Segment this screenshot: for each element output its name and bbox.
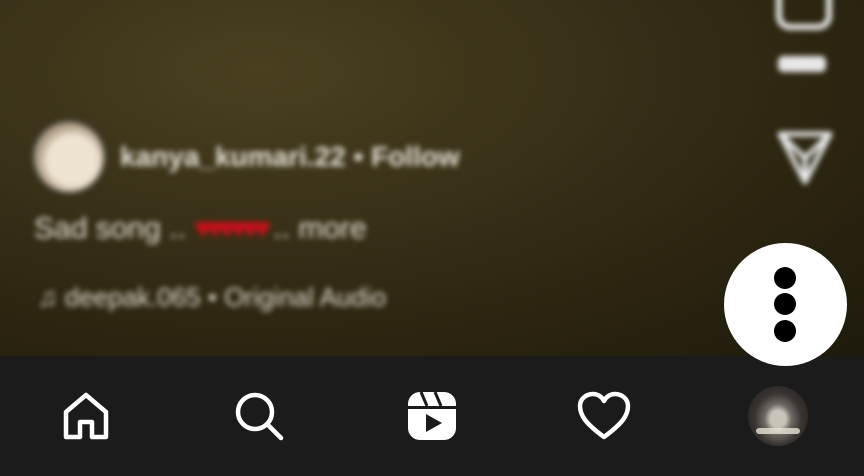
heart-icon (577, 391, 631, 440)
caption-more[interactable]: .. more (273, 212, 366, 245)
audio-row[interactable]: ♫ deepak.065 • Original Audio (38, 282, 386, 313)
bottom-nav (0, 356, 864, 476)
audio-label: deepak.065 • Original Audio (64, 282, 387, 312)
author-row: kanya_kumari.22 • Follow (34, 122, 460, 192)
nav-search[interactable] (209, 356, 309, 476)
author-line: kanya_kumari.22 • Follow (120, 141, 460, 173)
comment-icon[interactable] (776, 0, 832, 30)
author-separator: • (353, 141, 364, 172)
author-avatar[interactable] (34, 122, 104, 192)
reels-icon (408, 391, 456, 440)
author-username[interactable]: kanya_kumari.22 (120, 141, 346, 172)
send-icon[interactable] (776, 128, 834, 191)
nav-profile[interactable] (728, 356, 828, 476)
caption[interactable]: Sad song .. ♥♥♥♥♥♥ .. more (34, 212, 367, 246)
nav-home[interactable] (36, 356, 136, 476)
nav-activity[interactable] (554, 356, 654, 476)
caption-text: Sad song .. (34, 212, 186, 245)
home-icon (63, 392, 109, 440)
comment-count (778, 56, 826, 72)
caption-hearts: ♥♥♥♥♥♥ (194, 212, 271, 245)
follow-button[interactable]: Follow (371, 141, 460, 172)
nav-reels[interactable] (382, 356, 482, 476)
search-icon (235, 392, 284, 441)
more-options-button[interactable] (724, 243, 847, 366)
profile-avatar (748, 386, 808, 446)
music-note-icon: ♫ (38, 282, 58, 312)
